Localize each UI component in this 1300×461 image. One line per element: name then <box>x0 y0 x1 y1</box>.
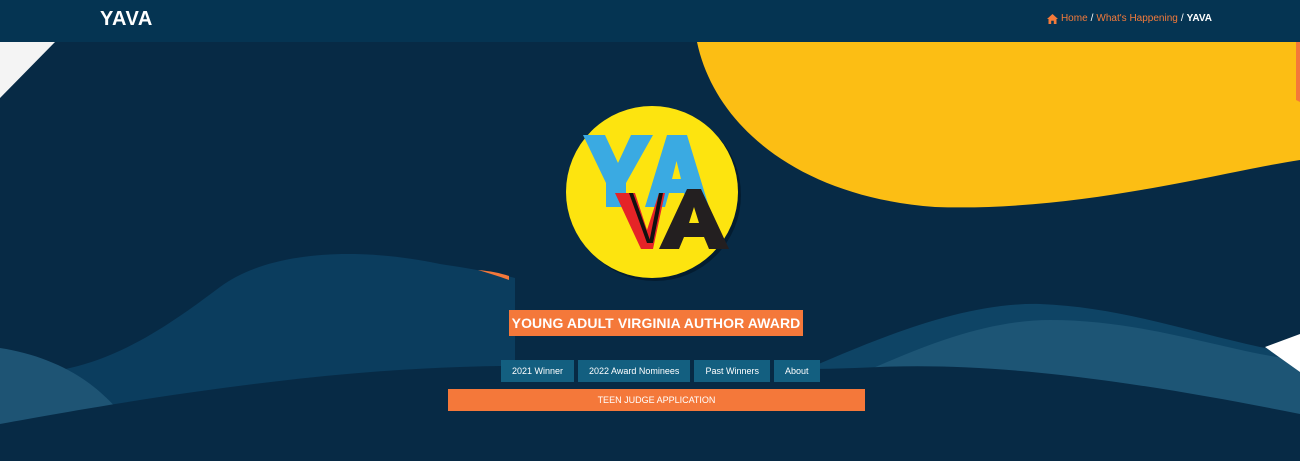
teen-judge-application-button[interactable]: TEEN JUDGE APPLICATION <box>448 389 865 411</box>
tab-about[interactable]: About <box>773 360 820 382</box>
right-edge-accent <box>1296 42 1300 102</box>
award-tabs: 2021 Winner 2022 Award Nominees Past Win… <box>501 360 820 382</box>
tab-past-winners[interactable]: Past Winners <box>694 360 770 382</box>
site-title[interactable]: YAVA <box>100 8 153 31</box>
breadcrumb-home-link[interactable]: Home <box>1061 13 1088 24</box>
breadcrumb-whats-happening-link[interactable]: What's Happening <box>1096 13 1177 24</box>
top-navigation-bar: YAVA Home / What's Happening / YAVA <box>0 0 1300 42</box>
hero-section: YOUNG ADULT VIRGINIA AUTHOR AWARD 2021 W… <box>0 42 1300 461</box>
breadcrumb-current: YAVA <box>1186 13 1212 24</box>
yava-logo[interactable] <box>563 103 741 281</box>
breadcrumb-separator: / <box>1180 13 1184 24</box>
award-title: YOUNG ADULT VIRGINIA AUTHOR AWARD <box>509 310 803 336</box>
tab-2021-winner[interactable]: 2021 Winner <box>501 360 575 382</box>
home-icon[interactable] <box>1046 13 1058 24</box>
breadcrumb-separator: / <box>1090 13 1094 24</box>
tab-2022-award-nominees[interactable]: 2022 Award Nominees <box>578 360 691 382</box>
breadcrumb: Home / What's Happening / YAVA <box>1046 13 1212 24</box>
